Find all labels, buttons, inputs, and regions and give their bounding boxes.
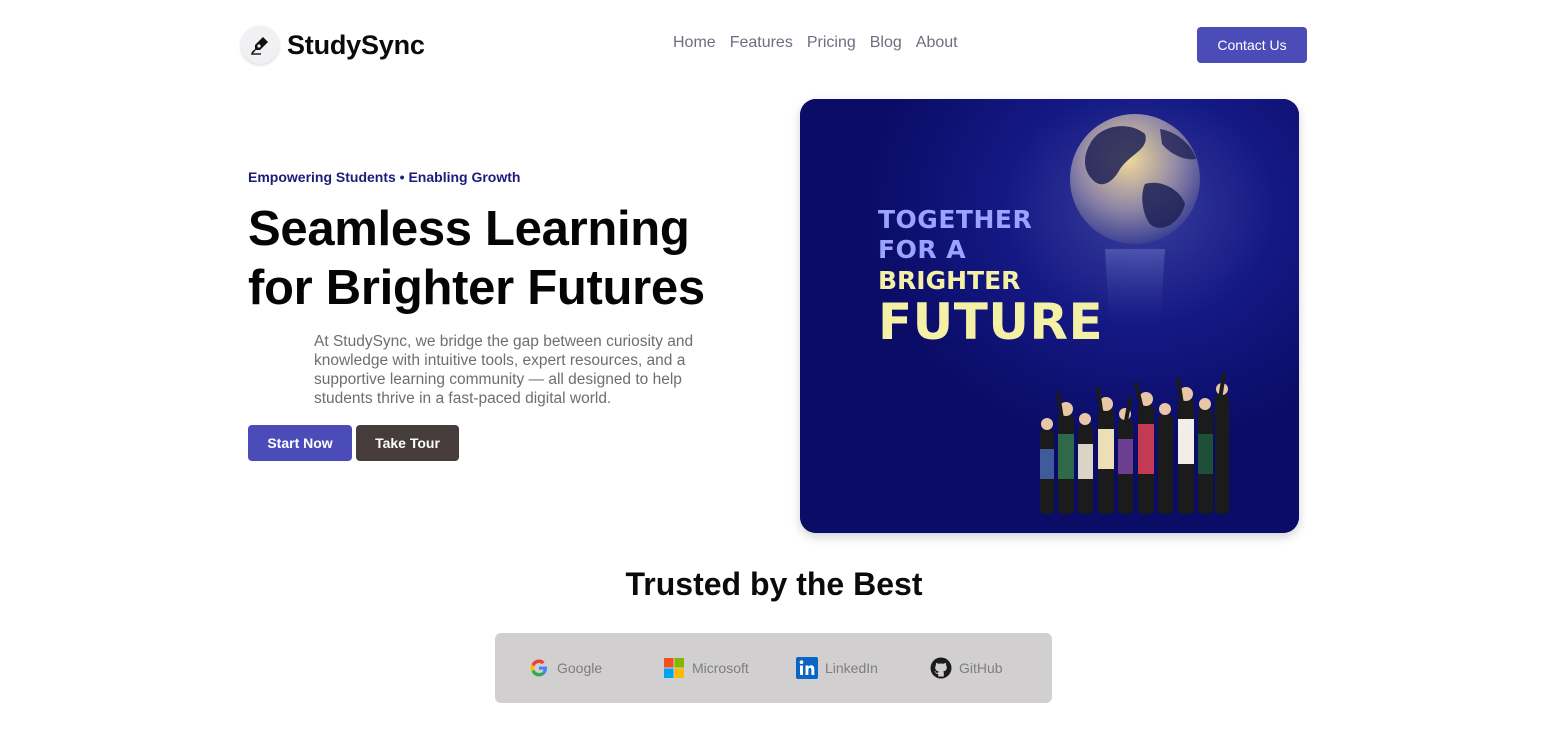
github-icon xyxy=(930,657,952,679)
hero-headline-line1: Seamless Learning xyxy=(248,202,690,256)
hero-image-text-line1: TOGETHER xyxy=(878,205,1033,234)
partner-github[interactable]: GitHub xyxy=(930,657,1003,679)
partner-logos-panel: Google Microsoft LinkedIn GitHub xyxy=(495,633,1052,703)
start-now-button[interactable]: Start Now xyxy=(248,425,352,461)
nav-pricing-link[interactable]: Pricing xyxy=(807,34,856,52)
hero-image: TOGETHER FOR A BRIGHTER FUTURE xyxy=(800,99,1299,533)
nav-home-link[interactable]: Home xyxy=(673,34,716,52)
hero-image-text: TOGETHER FOR A BRIGHTER FUTURE xyxy=(878,207,1103,347)
take-tour-button[interactable]: Take Tour xyxy=(356,425,459,461)
brand-logo[interactable]: StudySync xyxy=(241,25,425,65)
trusted-title: Trusted by the Best xyxy=(625,566,923,602)
partner-linkedin[interactable]: LinkedIn xyxy=(796,657,878,679)
main-nav: Home Features Pricing Blog About xyxy=(673,34,958,52)
hero-eyebrow: Empowering Students • Enabling Growth xyxy=(248,169,521,185)
hero-image-text-line3: BRIGHTER xyxy=(878,266,1021,295)
hero-image-text-line2: FOR A xyxy=(878,235,967,264)
nav-about-link[interactable]: About xyxy=(916,34,958,52)
hero-headline: Seamless Learning for Brighter Futures xyxy=(248,200,748,318)
linkedin-icon xyxy=(796,657,818,679)
partner-microsoft[interactable]: Microsoft xyxy=(663,657,749,679)
microsoft-icon xyxy=(664,658,684,678)
nav-features-link[interactable]: Features xyxy=(730,34,793,52)
landing-page: StudySync Home Features Pricing Blog Abo… xyxy=(0,0,1558,740)
partner-linkedin-label: LinkedIn xyxy=(825,660,878,676)
hero-description: At StudySync, we bridge the gap between … xyxy=(314,333,694,407)
hero-headline-line2: for Brighter Futures xyxy=(248,261,705,315)
partner-github-label: GitHub xyxy=(959,660,1003,676)
contact-us-button[interactable]: Contact Us xyxy=(1197,27,1307,63)
google-icon xyxy=(530,659,547,677)
brand-name: StudySync xyxy=(287,29,425,60)
partner-microsoft-label: Microsoft xyxy=(692,660,749,676)
partner-google-label: Google xyxy=(557,660,603,676)
pen-nib-icon xyxy=(241,26,279,64)
partner-google[interactable]: Google xyxy=(528,657,602,679)
hero-image-text-line4: FUTURE xyxy=(878,293,1104,351)
nav-blog-link[interactable]: Blog xyxy=(870,34,902,52)
